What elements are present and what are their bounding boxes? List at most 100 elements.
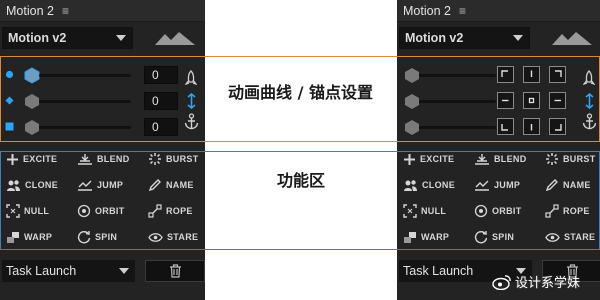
rocket-icon[interactable] [583, 70, 595, 87]
anchor-bottom-right-button[interactable] [549, 118, 566, 135]
edge-top-icon [530, 70, 533, 77]
clone-button[interactable]: CLONE [6, 178, 58, 192]
blend-icon [78, 153, 92, 165]
rope-icon [545, 204, 559, 218]
null-button[interactable]: NULL [403, 204, 446, 218]
slider-value-input[interactable]: 0 [144, 118, 178, 136]
hamburger-menu-icon[interactable]: ≡ [459, 4, 466, 18]
blend-button[interactable]: BLEND [474, 152, 527, 166]
panel-tab[interactable]: Motion 2 ≡ [0, 0, 205, 22]
orbit-button[interactable]: ORBIT [77, 204, 125, 218]
orbit-icon [474, 204, 488, 218]
blend-button[interactable]: BLEND [77, 152, 130, 166]
anchor-bottom-left-button[interactable] [497, 118, 514, 135]
anchor-icon[interactable] [184, 113, 199, 130]
panel-tab-title: Motion 2 [403, 3, 451, 18]
warp-button[interactable]: WARP [6, 230, 52, 244]
eye-icon [545, 232, 560, 242]
rope-button[interactable]: ROPE [148, 204, 193, 218]
trash-icon [169, 264, 181, 278]
name-button[interactable]: NAME [545, 178, 591, 192]
anchor-top-button[interactable] [523, 66, 540, 83]
hexagon-handle-icon[interactable] [24, 67, 40, 84]
task-select-value: Task Launch [403, 264, 474, 278]
burst-button[interactable]: BURST [545, 152, 596, 166]
chevron-down-icon [513, 35, 523, 41]
slider-value-input[interactable]: 0 [144, 66, 178, 84]
slider-track[interactable] [39, 126, 131, 129]
jump-button[interactable]: JUMP [474, 178, 520, 192]
function-label: ORBIT [492, 206, 522, 216]
panel-tab[interactable]: Motion 2 ≡ [397, 0, 600, 22]
hexagon-handle-icon[interactable] [24, 119, 40, 136]
rope-button[interactable]: ROPE [545, 204, 590, 218]
preset-select[interactable]: Motion v2 [399, 27, 530, 49]
function-label: NAME [563, 180, 591, 190]
curve-slider-row: 0 [5, 91, 200, 111]
preset-select-value: Motion v2 [8, 31, 67, 45]
stare-button[interactable]: STARE [545, 230, 595, 244]
function-label: ROPE [166, 206, 193, 216]
chevron-down-icon [119, 268, 129, 274]
warp-button[interactable]: WARP [403, 230, 449, 244]
link-arrows-icon[interactable] [186, 93, 197, 109]
anchor-bottom-button[interactable] [523, 118, 540, 135]
hamburger-menu-icon[interactable]: ≡ [62, 4, 69, 18]
anchor-top-right-button[interactable] [549, 66, 566, 83]
circle-indicator-icon[interactable] [5, 70, 14, 79]
mountain-graph-icon[interactable] [155, 31, 195, 45]
hexagon-handle-icon[interactable] [404, 67, 420, 84]
hexagon-handle-icon[interactable] [404, 93, 420, 110]
slider-track[interactable] [419, 74, 496, 77]
function-label: NAME [166, 180, 194, 190]
function-label: SPIN [95, 232, 118, 242]
excite-button[interactable]: EXCITE [6, 152, 57, 166]
burst-icon [546, 153, 558, 165]
anchor-top-left-button[interactable] [497, 66, 514, 83]
function-label: BLEND [97, 154, 130, 164]
function-label: NULL [421, 206, 447, 216]
edge-right-icon [554, 99, 561, 102]
slider-value-input[interactable]: 0 [144, 92, 178, 110]
excite-button[interactable]: EXCITE [403, 152, 454, 166]
square-indicator-icon[interactable] [5, 122, 14, 131]
plus-icon [404, 153, 415, 165]
task-select-value: Task Launch [6, 264, 77, 278]
stare-button[interactable]: STARE [148, 230, 198, 244]
function-label: WARP [421, 232, 450, 242]
link-arrows-icon[interactable] [584, 93, 595, 109]
jump-button[interactable]: JUMP [77, 178, 123, 192]
anchor-left-button[interactable] [497, 92, 514, 109]
anchor-right-button[interactable] [549, 92, 566, 109]
name-button[interactable]: NAME [148, 178, 194, 192]
spin-button[interactable]: SPIN [77, 230, 117, 244]
orbit-icon [77, 204, 91, 218]
orbit-button[interactable]: ORBIT [474, 204, 522, 218]
hexagon-handle-icon[interactable] [24, 93, 40, 110]
mountain-graph-icon[interactable] [552, 31, 592, 45]
preset-select[interactable]: Motion v2 [2, 27, 133, 49]
anchor-icon[interactable] [582, 113, 597, 130]
rocket-icon[interactable] [185, 70, 197, 87]
function-label: CLONE [25, 180, 58, 190]
function-label: JUMP [97, 180, 124, 190]
hexagon-handle-icon[interactable] [404, 119, 420, 136]
burst-icon [149, 153, 161, 165]
null-button[interactable]: NULL [6, 204, 49, 218]
slider-track[interactable] [419, 126, 496, 129]
clone-button[interactable]: CLONE [403, 178, 455, 192]
plus-icon [7, 153, 18, 165]
watermark: 设计系学妹 [492, 272, 580, 291]
task-select[interactable]: Task Launch [2, 260, 135, 282]
null-icon [403, 204, 417, 218]
slider-track[interactable] [39, 100, 131, 103]
spin-button[interactable]: SPIN [474, 230, 514, 244]
delete-button[interactable] [145, 260, 205, 282]
slider-track[interactable] [39, 74, 131, 77]
function-label: ROPE [563, 206, 590, 216]
anchor-center-button[interactable] [523, 92, 540, 109]
slider-track[interactable] [419, 100, 496, 103]
burst-button[interactable]: BURST [148, 152, 199, 166]
diamond-indicator-icon[interactable] [5, 96, 14, 105]
function-label: EXCITE [23, 154, 58, 164]
